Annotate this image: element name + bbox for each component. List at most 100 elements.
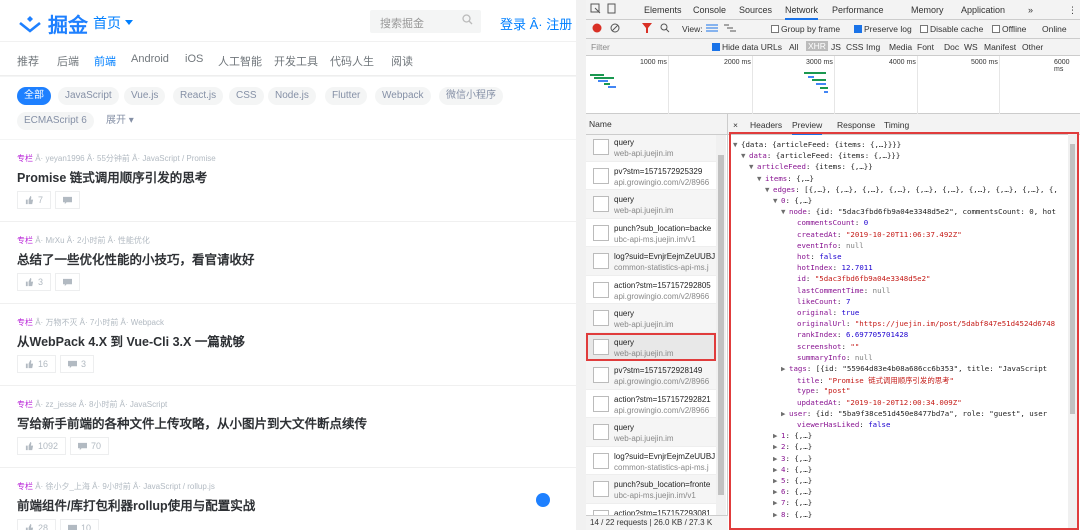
filter-type-img[interactable]: Img bbox=[866, 42, 880, 52]
request-row[interactable]: query web-api.juejin.im bbox=[586, 304, 716, 333]
json-line[interactable]: ▼ data: {articleFeed: {items: {,…}}} bbox=[741, 151, 900, 160]
json-line[interactable]: ▼ node: {id: "5dac3fbd6fb9a04e3348d5e2", … bbox=[781, 207, 1056, 216]
json-line[interactable]: ▶ 1: {,…} bbox=[773, 431, 812, 440]
login-register-link[interactable]: 登录 Â· 注册 bbox=[500, 14, 572, 33]
filter-type-all[interactable]: All bbox=[789, 42, 798, 52]
like-button[interactable]: 7 bbox=[17, 191, 52, 209]
expand-toggle-icon[interactable]: ▶ bbox=[773, 431, 781, 440]
json-line[interactable]: ▶ 7: {,…} bbox=[773, 498, 812, 507]
category-6[interactable]: 开发工具 bbox=[274, 53, 318, 69]
preview-scrollbar[interactable] bbox=[1068, 134, 1077, 528]
article-item[interactable]: 专栏 Â· 万物不灭 Â· 7小时前 Â· Webpack 从WebPack 4.… bbox=[0, 304, 576, 386]
expand-toggle-icon[interactable]: ▼ bbox=[749, 162, 757, 171]
filter-type-xhr[interactable]: XHR bbox=[806, 41, 828, 51]
expand-toggle-icon[interactable]: ▶ bbox=[773, 476, 781, 485]
like-button[interactable]: 1092 bbox=[17, 437, 67, 455]
comment-button[interactable]: 10 bbox=[60, 519, 100, 530]
preview-tab-headers[interactable]: Headers bbox=[750, 120, 782, 130]
devtools-tab-4[interactable]: Performance bbox=[832, 5, 884, 15]
json-line[interactable]: ▼ items: {,…} bbox=[757, 174, 814, 183]
article-item[interactable]: 专栏 Â· MrXu Â· 2小时前 Â· 性能优化 总结了一些优化性能的小技巧，… bbox=[0, 222, 576, 304]
request-row[interactable]: action?stm=157157292805 api.growingio.com… bbox=[586, 276, 716, 304]
expand-toggle-icon[interactable]: ▼ bbox=[781, 207, 789, 216]
json-line[interactable]: ▶ 2: {,…} bbox=[773, 442, 812, 451]
clear-icon[interactable] bbox=[610, 23, 620, 35]
category-4[interactable]: iOS bbox=[185, 53, 203, 65]
devtools-tab-5[interactable]: Memory bbox=[911, 5, 944, 15]
category-5[interactable]: 人工智能 bbox=[218, 53, 262, 69]
comment-button[interactable]: 3 bbox=[60, 355, 95, 373]
filter-type-other[interactable]: Other bbox=[1022, 42, 1043, 52]
request-row[interactable]: punch?sub_location=fronte ubc-api-ms.juej… bbox=[586, 475, 716, 504]
expand-toggle-icon[interactable]: ▶ bbox=[773, 498, 781, 507]
tag-9[interactable]: ECMAScript 6 bbox=[17, 112, 94, 130]
request-row[interactable]: pv?stm=1571572928149 api.growingio.com/v2… bbox=[586, 361, 716, 390]
page-scrollbar[interactable] bbox=[576, 0, 586, 530]
expand-toggle-icon[interactable]: ▶ bbox=[773, 510, 781, 519]
category-3[interactable]: Android bbox=[131, 53, 169, 65]
json-line[interactable]: ▶ 6: {,…} bbox=[773, 487, 812, 496]
waterfall-view-icon[interactable] bbox=[724, 23, 736, 35]
request-row[interactable]: query web-api.juejin.im bbox=[586, 190, 716, 219]
category-7[interactable]: 代码人生 bbox=[330, 53, 374, 69]
group-by-frame-checkbox[interactable]: Group by frame bbox=[771, 24, 840, 34]
article-title[interactable]: 前端组件/库打包利器rollup使用与配置实战 bbox=[17, 495, 255, 514]
tag-10[interactable]: 展开 ▾ bbox=[99, 112, 141, 130]
expand-toggle-icon[interactable]: ▶ bbox=[781, 364, 789, 373]
json-line[interactable]: ▶ 8: {,…} bbox=[773, 510, 812, 519]
request-row[interactable]: log?suid=EvnjrEejmZeUUBJ common-statistic… bbox=[586, 447, 716, 475]
filter-icon[interactable] bbox=[642, 23, 652, 35]
request-row[interactable]: punch?sub_location=backe ubc-api-ms.jueji… bbox=[586, 219, 716, 247]
more-options-icon[interactable]: ⋮ bbox=[1068, 5, 1077, 16]
preview-tab-timing[interactable]: Timing bbox=[884, 120, 909, 130]
logo[interactable]: 掘金 bbox=[18, 9, 88, 38]
search-icon[interactable] bbox=[660, 23, 670, 35]
tag-8[interactable]: 微信小程序 bbox=[439, 87, 503, 105]
filter-type-font[interactable]: Font bbox=[917, 42, 934, 52]
expand-toggle-icon[interactable]: ▶ bbox=[781, 409, 789, 418]
request-list-scrollbar[interactable] bbox=[716, 135, 726, 515]
tag-6[interactable]: Flutter bbox=[325, 87, 368, 105]
json-line[interactable]: ▶ 3: {,…} bbox=[773, 454, 812, 463]
devtools-tab-7[interactable]: » bbox=[1028, 5, 1033, 15]
article-item[interactable]: 专栏 Â· 徐小夕_上海 Â· 9小时前 Â· JavaScript / rol… bbox=[0, 468, 576, 530]
name-column-header[interactable]: Name bbox=[586, 114, 728, 135]
devtools-tab-2[interactable]: Sources bbox=[739, 5, 772, 15]
request-row[interactable]: pv?stm=1571572925329 api.growingio.com/v2… bbox=[586, 162, 716, 190]
tag-0[interactable]: 全部 bbox=[17, 87, 51, 105]
tag-4[interactable]: CSS bbox=[229, 87, 264, 105]
json-line[interactable]: ▼ 0: {,…} bbox=[773, 196, 812, 205]
search-input[interactable]: 搜索掘金 bbox=[370, 10, 481, 33]
like-button[interactable]: 3 bbox=[17, 273, 52, 291]
filter-type-doc[interactable]: Doc bbox=[944, 42, 959, 52]
filter-input[interactable]: Filter bbox=[591, 42, 610, 52]
comment-button[interactable] bbox=[55, 191, 81, 209]
category-0[interactable]: 推荐 bbox=[17, 53, 39, 69]
preview-tab-response[interactable]: Response bbox=[837, 120, 875, 130]
json-line[interactable]: ▶ 5: {,…} bbox=[773, 476, 812, 485]
filter-type-ws[interactable]: WS bbox=[964, 42, 978, 52]
preserve-log-checkbox[interactable]: Preserve log bbox=[854, 24, 912, 34]
article-title[interactable]: 从WebPack 4.X 到 Vue-Cli 3.X 一篇就够 bbox=[17, 331, 245, 350]
expand-toggle-icon[interactable]: ▶ bbox=[773, 442, 781, 451]
expand-toggle-icon[interactable]: ▶ bbox=[773, 454, 781, 463]
expand-toggle-icon[interactable]: ▼ bbox=[733, 140, 741, 149]
expand-toggle-icon[interactable]: ▼ bbox=[741, 151, 749, 160]
article-title[interactable]: Promise 链式调用顺序引发的思考 bbox=[17, 167, 207, 186]
tag-1[interactable]: JavaScript bbox=[58, 87, 119, 105]
article-title[interactable]: 总结了一些优化性能的小技巧，看官请收好 bbox=[17, 249, 255, 268]
request-row[interactable]: action?stm=157157293081api.growingio.com… bbox=[586, 504, 716, 515]
filter-type-media[interactable]: Media bbox=[889, 42, 912, 52]
tag-7[interactable]: Webpack bbox=[375, 87, 431, 105]
like-button[interactable]: 28 bbox=[17, 519, 57, 530]
filter-type-css[interactable]: CSS bbox=[846, 42, 863, 52]
expand-toggle-icon[interactable]: ▶ bbox=[773, 487, 781, 496]
expand-toggle-icon[interactable]: ▼ bbox=[757, 174, 765, 183]
home-dropdown[interactable]: 首页 bbox=[93, 13, 133, 33]
article-title[interactable]: 写给新手前端的各种文件上传攻略，从小图片到大文件断点续传 bbox=[17, 413, 367, 432]
list-view-icon[interactable] bbox=[706, 23, 718, 35]
request-row[interactable]: query web-api.juejin.im bbox=[586, 332, 716, 361]
json-line[interactable]: ▼ {data: {articleFeed: {items: {,…}}}} bbox=[733, 140, 901, 149]
record-icon[interactable] bbox=[592, 23, 602, 35]
request-row[interactable]: log?suid=EvnjrEejmZeUUBJ common-statistic… bbox=[586, 247, 716, 276]
